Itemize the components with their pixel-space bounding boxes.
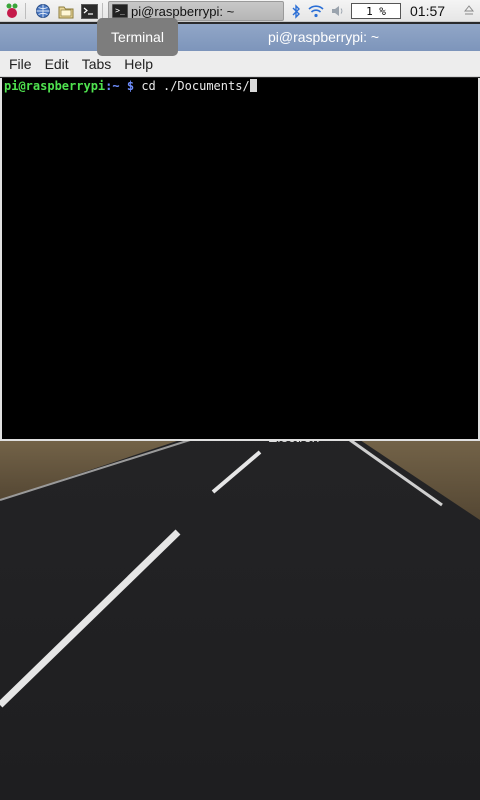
terminal-launcher-icon[interactable] xyxy=(80,2,98,20)
window-title: pi@raspberrypi: ~ xyxy=(268,29,380,45)
terminal-command: cd ./Documents/ xyxy=(141,79,250,93)
prompt-symbol: $ xyxy=(126,79,135,93)
file-manager-icon[interactable] xyxy=(57,2,75,20)
window-titlebar[interactable]: pi@raspberrypi: ~ xyxy=(0,24,480,51)
eject-icon[interactable] xyxy=(462,2,476,20)
terminal-output[interactable]: pi@raspberrypi:~ $ cd ./Documents/ xyxy=(0,78,480,441)
prompt-path: :~ xyxy=(105,79,120,93)
menu-tabs[interactable]: Tabs xyxy=(78,56,116,72)
volume-icon[interactable] xyxy=(329,2,347,20)
terminal-window: pi@raspberrypi: ~ File Edit Tabs Help pi… xyxy=(0,24,480,441)
text-cursor xyxy=(249,79,257,92)
raspberry-menu-icon[interactable] xyxy=(3,2,21,20)
taskbar-tooltip: Terminal xyxy=(97,18,178,56)
prompt-user: pi@raspberrypi xyxy=(4,79,106,93)
web-browser-icon[interactable] xyxy=(34,2,52,20)
wifi-icon[interactable] xyxy=(307,2,325,20)
bluetooth-icon[interactable] xyxy=(287,2,305,20)
cpu-usage-monitor[interactable]: 1 % xyxy=(351,3,401,19)
terminal-icon: >_ xyxy=(112,4,128,18)
panel-separator xyxy=(25,3,26,19)
panel-separator xyxy=(102,3,103,19)
menu-help[interactable]: Help xyxy=(120,56,157,72)
menu-bar: File Edit Tabs Help xyxy=(0,51,480,77)
clock[interactable]: 01:57 xyxy=(410,2,445,20)
menu-edit[interactable]: Edit xyxy=(41,56,73,72)
taskbar: >_ pi@raspberrypi: ~ 1 % 01:57 xyxy=(0,0,480,22)
taskbar-window-label: pi@raspberrypi: ~ xyxy=(131,3,235,19)
menu-file[interactable]: File xyxy=(5,56,36,72)
